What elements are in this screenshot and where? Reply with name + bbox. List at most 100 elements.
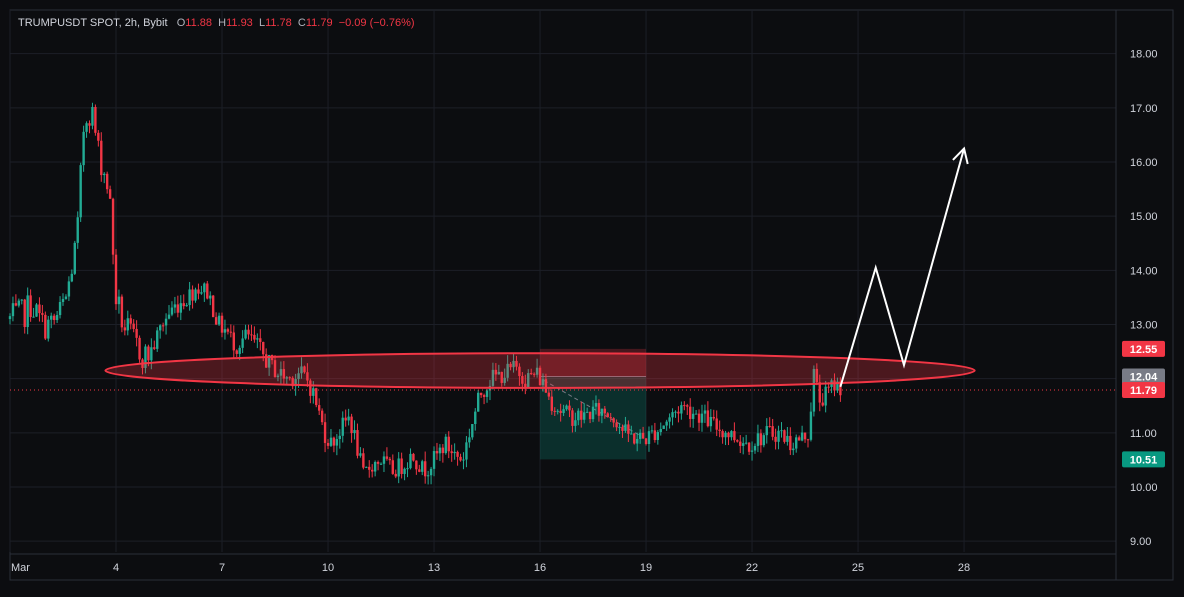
candle-down: [326, 442, 330, 446]
symbol-title[interactable]: TRUMPUSDT SPOT, 2h, Bybit: [18, 17, 168, 29]
candle-up: [671, 412, 674, 418]
candle-down: [689, 406, 692, 419]
candle-down: [715, 418, 718, 430]
candle-down: [771, 426, 774, 437]
candle-down: [423, 461, 427, 477]
candle-up: [665, 421, 668, 426]
candle-down: [621, 426, 624, 431]
candle-up: [562, 409, 565, 414]
candle-down: [388, 458, 392, 461]
candle-up: [397, 458, 400, 477]
candle-down: [818, 382, 821, 403]
candle-down: [712, 416, 715, 419]
candle-up: [594, 403, 598, 407]
candle-up: [164, 318, 168, 326]
candle-down: [191, 289, 194, 301]
candle-down: [262, 341, 265, 355]
candle-down: [797, 437, 801, 441]
x-tick-label: 28: [958, 562, 970, 574]
candle-up: [26, 295, 29, 328]
candle-up: [691, 413, 695, 419]
candle-up: [70, 273, 74, 282]
candle-down: [459, 456, 462, 461]
candle-down: [633, 433, 636, 444]
candle-down: [706, 410, 710, 427]
candle-up: [241, 338, 244, 348]
candle-up: [217, 315, 221, 325]
candle-up: [347, 416, 350, 421]
symbol-legend: TRUMPUSDT SPOT, 2h, Bybit O11.88 H11.93 …: [18, 17, 415, 29]
candle-down: [615, 422, 618, 428]
candle-up: [200, 292, 203, 294]
candle-up: [800, 432, 804, 441]
candle-up: [244, 329, 247, 339]
candle-down: [580, 410, 583, 420]
candle-down: [435, 451, 439, 454]
candle-up: [730, 431, 733, 438]
candle-up: [638, 432, 642, 439]
candle-up: [338, 435, 341, 440]
candle-down: [400, 458, 403, 474]
candle-up: [35, 304, 38, 317]
candle-up: [335, 439, 339, 446]
candle-up: [379, 463, 383, 465]
candle-up: [67, 281, 71, 297]
candle-down: [105, 173, 109, 190]
candle-up: [668, 417, 671, 422]
candle-up: [353, 430, 356, 434]
candle-up: [742, 443, 745, 446]
close-label: C: [297, 17, 306, 29]
candle-down: [38, 304, 41, 314]
candle-down: [29, 295, 32, 317]
y-tick-label: 18.00: [1130, 49, 1158, 61]
candle-up: [50, 315, 53, 320]
candle-up: [474, 411, 477, 425]
candle-down: [821, 402, 824, 406]
open-value: 11.88: [185, 17, 213, 29]
candle-up: [659, 428, 662, 433]
candle-up: [471, 424, 474, 438]
candle-down: [320, 410, 324, 423]
candle-down: [568, 405, 571, 411]
candle-down: [135, 328, 138, 338]
y-tick-label: 17.00: [1130, 103, 1158, 115]
candle-down: [138, 337, 141, 360]
candle-up: [156, 330, 159, 349]
x-tick-label: Mar: [11, 562, 30, 574]
candle-up: [429, 468, 433, 476]
candle-down: [759, 433, 763, 446]
candle-up: [636, 438, 639, 444]
candle-up: [630, 433, 633, 435]
chart-root[interactable]: 18.0017.0016.0015.0014.0013.0012.0011.00…: [0, 0, 1184, 592]
candle-up: [703, 410, 707, 414]
x-tick-label: 13: [428, 562, 440, 574]
candle-down: [247, 329, 250, 335]
candle-down: [641, 432, 645, 439]
candle-down: [441, 447, 445, 454]
candle-down: [229, 331, 233, 333]
candle-up: [600, 408, 604, 416]
candle-up: [444, 436, 448, 454]
candle-down: [182, 303, 185, 307]
candle-down: [479, 392, 483, 396]
candle-up: [468, 437, 471, 443]
candle-down: [100, 140, 103, 176]
candle-up: [406, 468, 409, 470]
x-tick-label: 7: [219, 562, 225, 574]
y-tick-label: 14.00: [1130, 265, 1158, 277]
candle-down: [394, 473, 397, 477]
candle-up: [312, 388, 315, 396]
candle-down: [644, 438, 648, 445]
candle-down: [391, 460, 395, 474]
candle-down: [412, 453, 415, 461]
candle-down: [559, 410, 562, 414]
chart-canvas[interactable]: 18.0017.0016.0015.0014.0013.0012.0011.00…: [0, 0, 1184, 592]
candle-up: [82, 131, 85, 166]
candle-down: [259, 338, 262, 342]
candle-down: [41, 313, 44, 315]
candle-down: [120, 296, 124, 328]
candle-up: [256, 338, 259, 340]
candle-down: [385, 456, 389, 459]
price-label: 12.55: [1130, 344, 1158, 356]
candle-up: [591, 406, 595, 420]
